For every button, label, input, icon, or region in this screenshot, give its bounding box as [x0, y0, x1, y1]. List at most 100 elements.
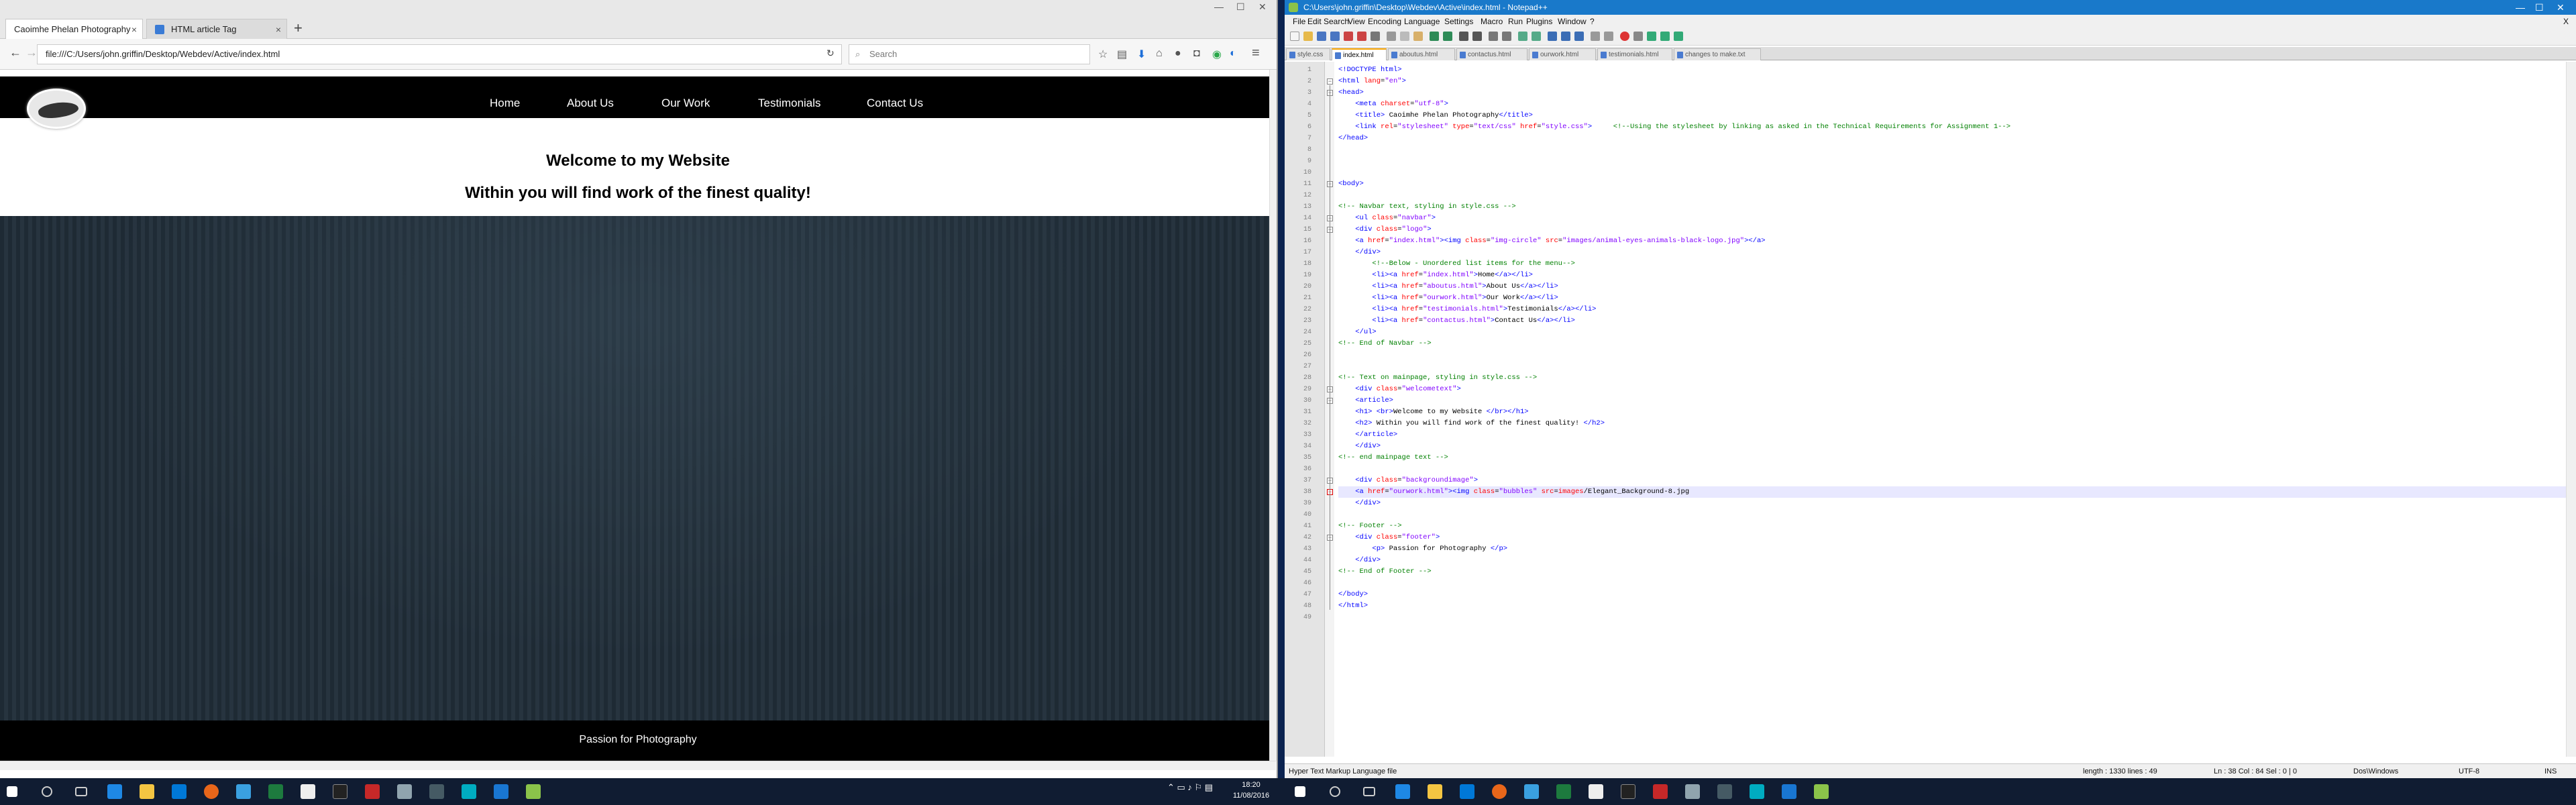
generic-app-icon[interactable] [397, 784, 412, 799]
nav-about-link[interactable]: About Us [567, 97, 614, 110]
code-line[interactable]: <li><a href="aboutus.html">About Us</a><… [1338, 281, 1558, 292]
edge-icon[interactable] [107, 784, 122, 799]
function-list-icon[interactable] [1604, 32, 1613, 41]
code-line[interactable]: <p> Passion for Photography </p> [1338, 543, 1507, 555]
outlook-icon[interactable] [1782, 784, 1796, 799]
horizontal-scrollbar[interactable] [0, 761, 1276, 770]
reload-icon[interactable]: ↻ [826, 48, 835, 59]
generic-app-icon[interactable] [429, 784, 444, 799]
clock-date[interactable]: 11/08/2016 [1231, 792, 1271, 800]
bookmark-star-icon[interactable]: ☆ [1098, 48, 1108, 61]
file-tab-style-css[interactable]: style.css [1286, 48, 1330, 60]
code-line[interactable]: <a href="index.html"><img class="img-cir… [1338, 235, 1765, 247]
reading-list-icon[interactable]: ▤ [1117, 48, 1127, 61]
open-file-icon[interactable] [1303, 32, 1313, 41]
nav-our-work-link[interactable]: Our Work [661, 97, 710, 110]
code-line[interactable] [1338, 509, 1342, 521]
code-line[interactable] [1338, 612, 1342, 623]
menu-icon[interactable]: ≡ [1252, 46, 1260, 61]
code-line[interactable]: <link rel="stylesheet" type="text/css" h… [1338, 121, 2010, 133]
menu-plugins[interactable]: Plugins [1526, 15, 1552, 28]
mail-icon[interactable] [236, 784, 251, 799]
menu-help[interactable]: ? [1590, 15, 1595, 28]
menu-encoding[interactable]: Encoding [1368, 15, 1401, 28]
maximize-icon[interactable]: ☐ [2535, 0, 2544, 15]
nav-contact-link[interactable]: Contact Us [867, 97, 923, 110]
print-icon[interactable] [1371, 32, 1380, 41]
redo-icon[interactable] [1443, 32, 1452, 41]
code-line[interactable]: <body> [1338, 178, 1364, 190]
zoom-in-icon[interactable] [1489, 32, 1498, 41]
fold-toggle-icon[interactable]: − [1327, 78, 1333, 85]
menu-edit[interactable]: Edit [1307, 15, 1322, 28]
file-tab-contactus-html[interactable]: contactus.html [1456, 48, 1527, 60]
code-line[interactable]: </article> [1338, 429, 1397, 441]
browser-tab[interactable]: HTML article Tag × [146, 19, 287, 39]
sync-horizontal-icon[interactable] [1532, 32, 1541, 41]
excel-icon[interactable] [268, 784, 283, 799]
code-line[interactable]: </head> [1338, 133, 1368, 144]
maximize-icon[interactable]: ☐ [1236, 1, 1245, 13]
menu-window[interactable]: Window [1558, 15, 1587, 28]
code-line[interactable]: <li><a href="contactus.html">Contact Us<… [1338, 315, 1575, 327]
code-line[interactable]: <!-- Navbar text, styling in style.css -… [1338, 201, 1516, 213]
menu-file[interactable]: File [1293, 15, 1305, 28]
stop-macro-icon[interactable] [1633, 32, 1643, 41]
replace-icon[interactable] [1472, 32, 1482, 41]
undo-icon[interactable] [1430, 32, 1439, 41]
task-view-icon[interactable] [1363, 787, 1375, 796]
code-line[interactable]: <!-- Text on mainpage, styling in style.… [1338, 372, 1537, 384]
file-tab-changes-txt[interactable]: changes to make.txt [1674, 48, 1761, 60]
save-icon[interactable] [1317, 32, 1326, 41]
code-editor[interactable]: <!DOCTYPE html> <html lang="en"> <head> <m… [1338, 62, 2573, 757]
file-tab-testimonials-html[interactable]: testimonials.html [1597, 48, 1672, 60]
url-input[interactable]: file:///C:/Users/john.griffin/Desktop/We… [37, 44, 842, 64]
code-line[interactable]: </div> [1338, 247, 1381, 258]
vertical-scrollbar[interactable] [1269, 70, 1277, 761]
outlook-icon[interactable] [494, 784, 508, 799]
skype-icon[interactable] [1750, 784, 1764, 799]
menu-macro[interactable]: Macro [1481, 15, 1503, 28]
notepad-plus-plus-icon[interactable] [1814, 784, 1829, 799]
code-line[interactable]: <html lang="en"> [1338, 76, 1406, 87]
close-window-icon[interactable]: ✕ [2557, 0, 2565, 15]
cut-icon[interactable] [1387, 32, 1396, 41]
pdf-reader-icon[interactable] [1653, 784, 1668, 799]
new-file-icon[interactable] [1290, 32, 1299, 41]
code-line[interactable]: <!-- end mainpage text --> [1338, 452, 1448, 464]
close-window-icon[interactable]: ✕ [1258, 1, 1267, 13]
notepad-icon[interactable] [1589, 784, 1603, 799]
code-line[interactable]: <!-- Footer --> [1338, 521, 1402, 532]
play-macro-icon[interactable] [1647, 32, 1656, 41]
start-windows-icon[interactable] [1295, 786, 1305, 797]
code-line[interactable]: </html> [1338, 600, 1368, 612]
code-line[interactable]: <head> [1338, 87, 1364, 99]
code-line[interactable] [1338, 190, 1342, 201]
code-line[interactable]: <!--Below - Unordered list items for the… [1338, 258, 1574, 270]
close-document-icon[interactable]: X [2563, 15, 2569, 28]
terminal-icon[interactable] [1621, 784, 1635, 799]
new-tab-button[interactable]: + [294, 19, 303, 38]
file-tab-ourwork-html[interactable]: ourwork.html [1529, 48, 1596, 60]
task-view-icon[interactable] [75, 787, 87, 796]
nav-testimonials-link[interactable]: Testimonials [758, 97, 821, 110]
minimize-icon[interactable]: — [2516, 0, 2525, 15]
code-line[interactable] [1338, 361, 1342, 372]
code-line[interactable]: <li><a href="ourwork.html">Our Work</a><… [1338, 292, 1558, 304]
sync-icon[interactable]: ◐ [1230, 48, 1236, 60]
save-all-icon[interactable] [1330, 32, 1340, 41]
code-line[interactable] [1338, 578, 1342, 589]
zoom-out-icon[interactable] [1502, 32, 1511, 41]
code-line[interactable]: <div class="welcometext"> [1338, 384, 1461, 395]
file-tab-aboutus-html[interactable]: aboutus.html [1388, 48, 1455, 60]
store-icon[interactable] [1460, 784, 1474, 799]
skype-icon[interactable] [462, 784, 476, 799]
code-line[interactable]: </ul> [1338, 327, 1377, 338]
excel-icon[interactable] [1556, 784, 1571, 799]
menu-search[interactable]: Search [1324, 15, 1349, 28]
background-image-link[interactable] [0, 216, 1276, 720]
code-line[interactable]: <meta charset="utf-8"> [1338, 99, 1448, 110]
chat-icon[interactable]: ● [1175, 48, 1181, 60]
code-line[interactable]: <title> Caoimhe Phelan Photography</titl… [1338, 110, 1533, 121]
firefox-icon[interactable] [204, 784, 219, 799]
